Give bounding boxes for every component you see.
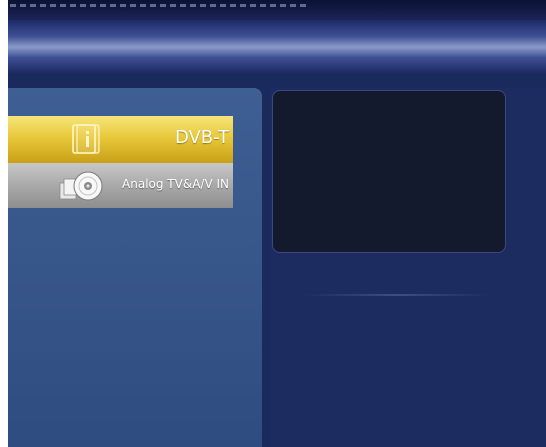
- header-bar: [8, 20, 546, 74]
- menu-item-label: Analog TV&A/V IN: [122, 177, 229, 191]
- info-icon: [71, 123, 101, 155]
- top-band: [8, 0, 546, 20]
- divider-line: [304, 294, 490, 296]
- menu-item-analog-tv-av-in[interactable]: Analog TV&A/V IN: [8, 163, 233, 208]
- preview-window: [272, 90, 506, 253]
- menu-item-label: DVB-T: [174, 127, 229, 148]
- menu-item-dvb-t[interactable]: DVB-T: [8, 116, 233, 163]
- tv-screen: DVB-T Analog TV&A/V IN: [8, 0, 546, 447]
- top-dashed-line: [10, 4, 310, 7]
- disc-icon: [58, 169, 104, 203]
